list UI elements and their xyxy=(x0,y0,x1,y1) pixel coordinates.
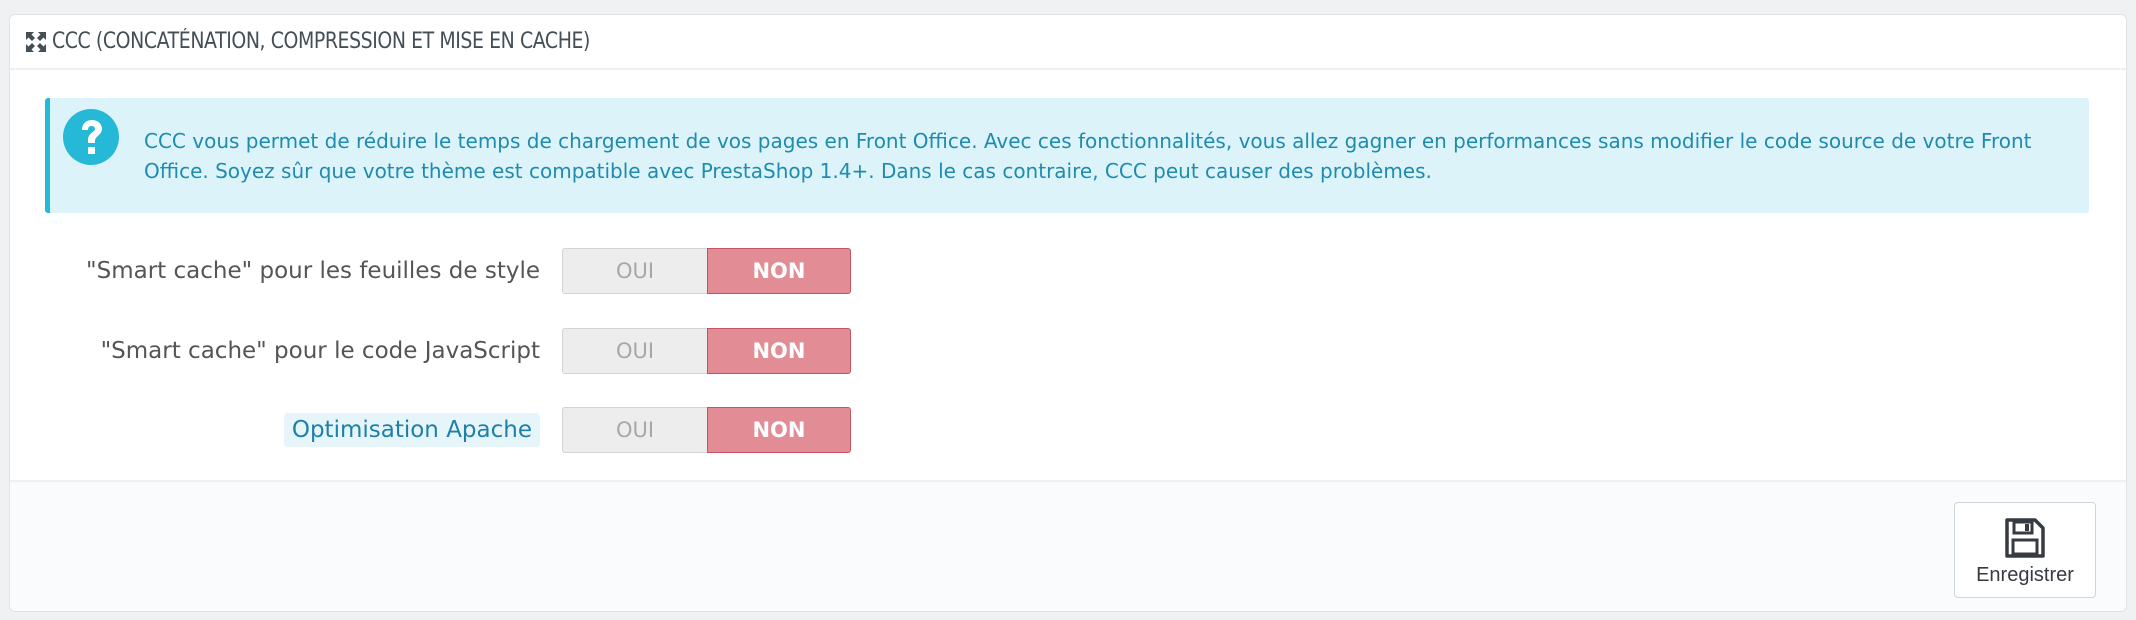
js-cache-switch[interactable]: OUI NON xyxy=(562,328,851,374)
css-cache-switch[interactable]: OUI NON xyxy=(562,248,851,294)
setting-row-apache: Optimisation Apache OUI NON xyxy=(10,407,2126,453)
apache-no-option[interactable]: NON xyxy=(707,407,851,453)
setting-label-css-cache: "Smart cache" pour les feuilles de style xyxy=(86,258,540,284)
setting-label-js-cache: "Smart cache" pour le code JavaScript xyxy=(100,338,540,364)
question-circle-icon xyxy=(62,108,120,166)
css-cache-yes-option[interactable]: OUI xyxy=(562,248,707,294)
expand-arrows-icon xyxy=(26,31,46,52)
alert-text: CCC vous permet de réduire le temps de c… xyxy=(144,129,2032,183)
setting-row-js-cache: "Smart cache" pour le code JavaScript OU… xyxy=(10,328,2126,374)
panel-title: CCC (CONCATÉNATION, COMPRESSION ET MISE … xyxy=(52,29,590,54)
setting-label-apache[interactable]: Optimisation Apache xyxy=(283,413,540,447)
panel-footer: Enregistrer xyxy=(10,480,2126,611)
apache-yes-option[interactable]: OUI xyxy=(562,407,707,453)
panel-heading: CCC (CONCATÉNATION, COMPRESSION ET MISE … xyxy=(10,15,2126,70)
setting-row-css-cache: "Smart cache" pour les feuilles de style… xyxy=(10,248,2126,294)
apache-optimization-switch[interactable]: OUI NON xyxy=(562,407,851,453)
css-cache-no-option[interactable]: NON xyxy=(707,248,851,294)
floppy-disk-icon xyxy=(2003,516,2047,560)
js-cache-yes-option[interactable]: OUI xyxy=(562,328,707,374)
save-label: Enregistrer xyxy=(1976,564,2074,586)
js-cache-no-option[interactable]: NON xyxy=(707,328,851,374)
info-alert: CCC vous permet de réduire le temps de c… xyxy=(45,98,2089,213)
save-button[interactable]: Enregistrer xyxy=(1954,502,2096,598)
ccc-panel: CCC (CONCATÉNATION, COMPRESSION ET MISE … xyxy=(9,14,2127,612)
